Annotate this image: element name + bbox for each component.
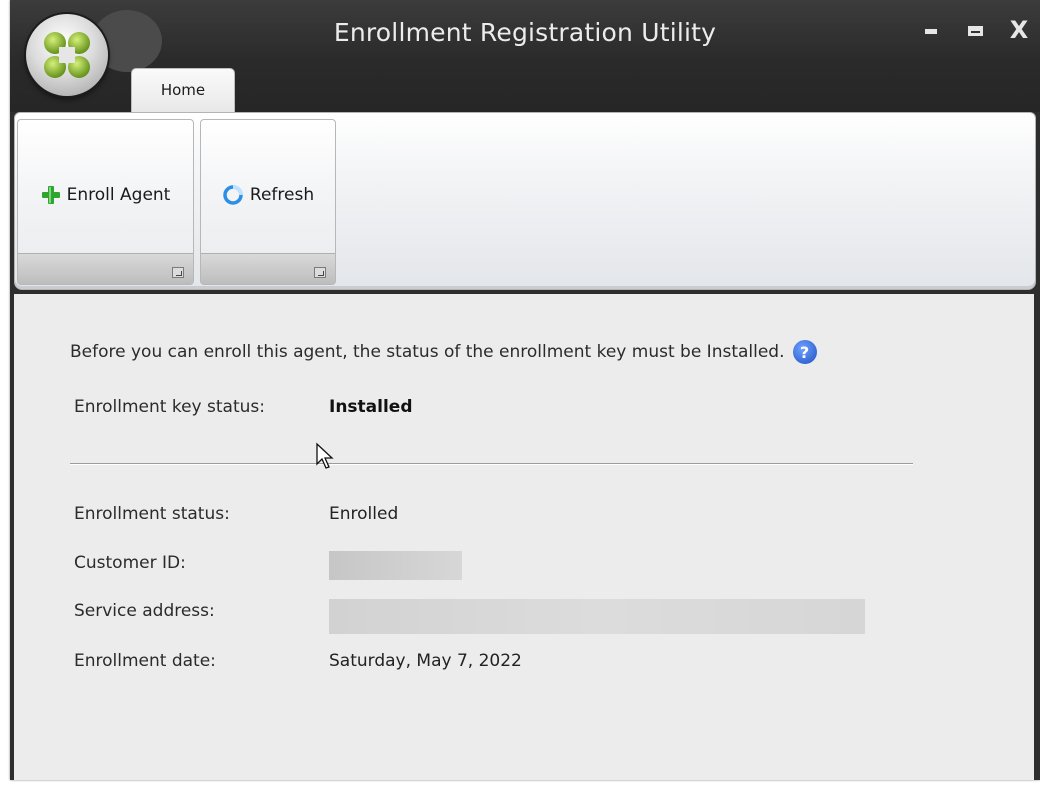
green-plus-icon: [41, 185, 61, 205]
info-text: Before you can enroll this agent, the st…: [70, 342, 785, 362]
separator-line: [70, 463, 913, 465]
refresh-button[interactable]: Refresh: [201, 178, 335, 212]
app-logo-icon: [44, 32, 90, 78]
tab-home[interactable]: Home: [131, 68, 235, 113]
dialog-launcher-icon[interactable]: [172, 267, 184, 278]
enroll-agent-label: Enroll Agent: [66, 185, 171, 205]
enrollment-key-status-value: Installed: [329, 397, 413, 417]
dialog-launcher-icon[interactable]: [314, 267, 326, 278]
main-content: Before you can enroll this agent, the st…: [14, 294, 1034, 780]
maximize-icon: [967, 26, 983, 36]
info-message: Before you can enroll this agent, the st…: [70, 340, 817, 364]
maximize-button[interactable]: [960, 14, 990, 46]
ribbon-group-enroll: Enroll Agent: [17, 119, 194, 285]
customer-id-label: Customer ID:: [74, 553, 186, 573]
ribbon-group-footer: [18, 253, 193, 284]
customer-id-redacted: [329, 551, 462, 580]
service-address-redacted: [329, 599, 865, 634]
window-controls: X: [916, 14, 1034, 46]
enrollment-key-status-label: Enrollment key status:: [74, 397, 265, 417]
ribbon: Enroll Agent Refresh: [14, 112, 1036, 290]
refresh-label: Refresh: [249, 185, 315, 205]
minimize-button[interactable]: [916, 14, 946, 46]
help-icon[interactable]: ?: [792, 340, 817, 364]
application-menu-button[interactable]: [26, 14, 108, 96]
close-button[interactable]: X: [1004, 14, 1034, 46]
refresh-icon: [222, 184, 244, 206]
enrollment-date-value: Saturday, May 7, 2022: [329, 651, 522, 671]
minimize-icon: [925, 28, 937, 34]
enrollment-status-value: Enrolled: [329, 504, 399, 524]
mouse-cursor-icon: [316, 442, 334, 469]
window-title: Enrollment Registration Utility: [333, 18, 717, 47]
ribbon-group-refresh: Refresh: [200, 119, 336, 285]
enrollment-date-label: Enrollment date:: [74, 651, 216, 671]
enrollment-status-label: Enrollment status:: [74, 504, 230, 524]
app-window: Enrollment Registration Utility X Home E…: [10, 0, 1040, 780]
service-address-label: Service address:: [74, 601, 215, 621]
ribbon-group-footer: [201, 253, 335, 284]
enroll-agent-button[interactable]: Enroll Agent: [18, 178, 193, 212]
